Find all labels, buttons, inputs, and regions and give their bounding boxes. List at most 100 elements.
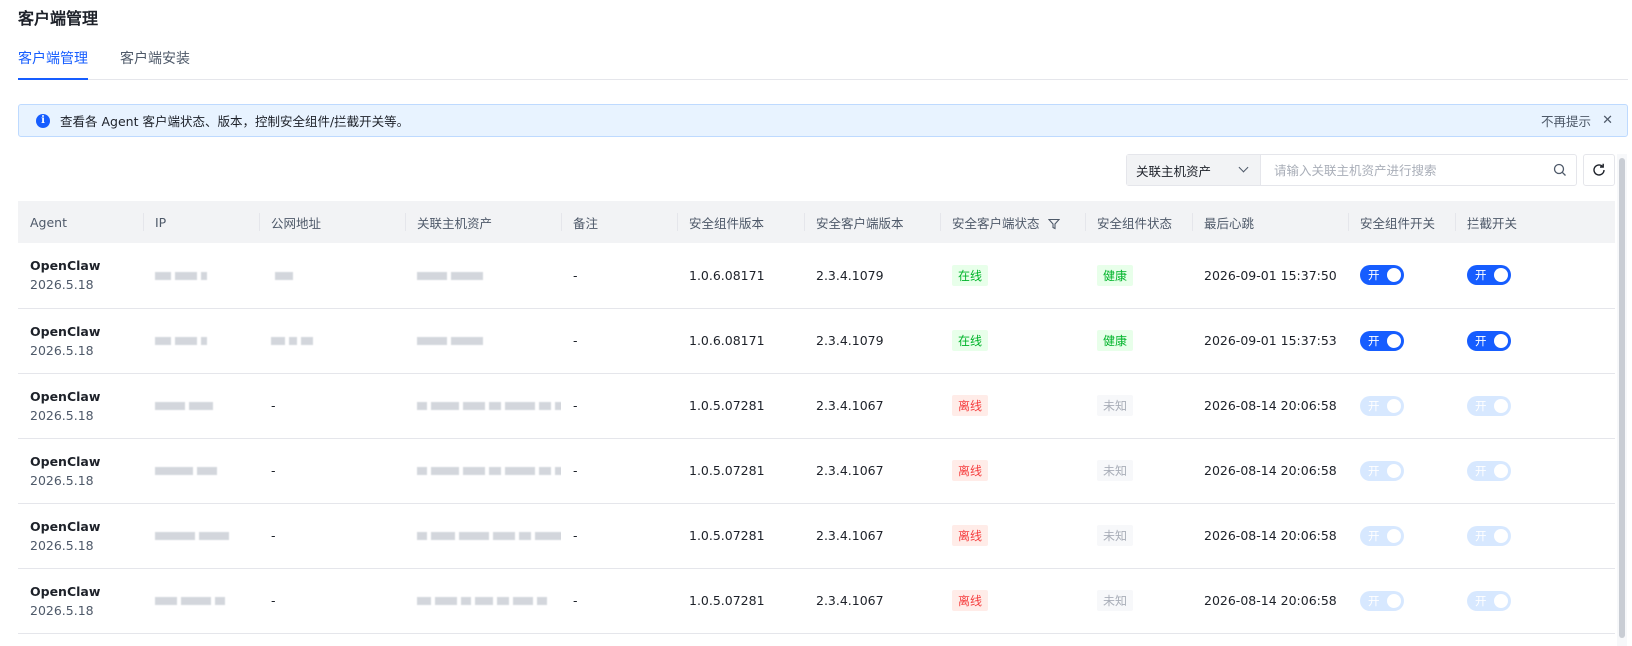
tab-client-install[interactable]: 客户端安装: [120, 48, 190, 80]
last-heartbeat: 2026-08-14 20:06:58: [1204, 398, 1337, 413]
table-row: OpenClaw 2026.5.18 - - 1.0.5.07281 2.3.4.1067…: [18, 503, 1615, 568]
switch-knob: [1494, 268, 1508, 283]
agent-cell: OpenClaw 2026.5.18: [18, 373, 143, 438]
client-status-cell: 离线: [940, 568, 1085, 633]
component-status-cell: 未知: [1085, 568, 1192, 633]
component-status-cell: 未知: [1085, 373, 1192, 438]
last-heartbeat: 2026-08-14 20:06:58: [1204, 593, 1337, 608]
public-ip-cell: [259, 243, 405, 308]
ip-cell: [143, 438, 259, 503]
public-ip-cell: -: [259, 373, 405, 438]
intercept-switch[interactable]: 开: [1467, 330, 1511, 351]
component-switch[interactable]: 开: [1360, 460, 1404, 481]
client-status-cell: 离线: [940, 438, 1085, 503]
component-version: 1.0.5.07281: [689, 398, 765, 413]
intercept-switch[interactable]: 开: [1467, 395, 1511, 416]
intercept-switch[interactable]: 开: [1467, 265, 1511, 286]
remark-cell: -: [573, 267, 578, 283]
ip-cell: [143, 373, 259, 438]
client-version: 2.3.4.1067: [816, 398, 884, 413]
switch-label: 开: [1475, 398, 1487, 413]
component-switch[interactable]: 开: [1360, 330, 1404, 351]
switch-label: 开: [1475, 463, 1487, 478]
chevron-down-icon: [1238, 162, 1249, 173]
client-status-cell: 离线: [940, 373, 1085, 438]
status-badge: 未知: [1097, 460, 1134, 481]
component-switch-cell: 开: [1348, 568, 1455, 633]
search-field-select[interactable]: 关联主机资产: [1127, 155, 1261, 185]
switch-knob: [1387, 463, 1401, 478]
component-version: 1.0.6.08171: [689, 333, 765, 348]
col-client-status: 安全客户端状态: [940, 201, 1085, 243]
agent-name: OpenClaw: [30, 258, 101, 274]
component-switch[interactable]: 开: [1360, 395, 1404, 416]
status-badge: 未知: [1097, 590, 1134, 611]
intercept-switch-cell: 开: [1455, 568, 1615, 633]
dismiss-alert-link[interactable]: 不再提示: [1541, 111, 1591, 130]
component-version: 1.0.5.07281: [689, 528, 765, 543]
col-ip: IP: [143, 201, 259, 243]
agent-name: OpenClaw: [30, 583, 101, 599]
component-version: 1.0.6.08171: [689, 267, 765, 283]
col-remark: 备注: [561, 201, 677, 243]
status-badge: 在线: [952, 330, 989, 351]
intercept-switch[interactable]: 开: [1467, 460, 1511, 481]
last-heartbeat: 2026-08-14 20:06:58: [1204, 528, 1337, 543]
status-badge: 在线: [952, 264, 989, 286]
redacted-value: [155, 467, 217, 475]
col-public-ip: 公网地址: [259, 201, 405, 243]
refresh-button[interactable]: [1583, 154, 1615, 186]
component-switch-cell: 开: [1348, 503, 1455, 568]
public-ip-cell: [259, 308, 405, 373]
redacted-value: [271, 337, 313, 345]
switch-knob: [1387, 268, 1401, 283]
switch-knob: [1387, 398, 1401, 413]
refresh-icon: [1593, 163, 1605, 176]
remark-cell: -: [573, 463, 578, 478]
client-version: 2.3.4.1079: [816, 267, 884, 283]
component-status-cell: 健康: [1085, 308, 1192, 373]
agent-cell: OpenClaw 2026.5.18: [18, 243, 143, 308]
col-agent: Agent: [30, 214, 67, 230]
client-status-cell: 在线: [940, 308, 1085, 373]
switch-knob: [1494, 593, 1508, 608]
close-icon[interactable]: ✕: [1602, 113, 1613, 128]
col-intercept-switch: 拦截开关: [1455, 201, 1615, 243]
component-switch[interactable]: 开: [1360, 590, 1404, 611]
intercept-switch[interactable]: 开: [1467, 590, 1511, 611]
component-status-cell: 未知: [1085, 438, 1192, 503]
search-bar: 关联主机资产: [1126, 154, 1577, 186]
table-row: OpenClaw 2026.5.18 - - 1.0.5.07281 2.3.4.1067…: [18, 438, 1615, 503]
scrollbar[interactable]: [1617, 154, 1627, 646]
ip-cell: [143, 503, 259, 568]
agent-cell: OpenClaw 2026.5.18: [18, 503, 143, 568]
component-version: 1.0.5.07281: [689, 593, 765, 608]
switch-label: 开: [1368, 528, 1380, 543]
status-badge: 健康: [1097, 330, 1134, 351]
tab-bar: 客户端管理 客户端安装: [18, 40, 1628, 80]
filter-icon[interactable]: [1047, 218, 1060, 230]
agent-name: OpenClaw: [30, 518, 101, 534]
component-switch[interactable]: 开: [1360, 265, 1404, 286]
switch-label: 开: [1475, 528, 1487, 543]
status-badge: 离线: [952, 460, 989, 481]
search-input[interactable]: [1261, 155, 1544, 185]
intercept-switch-cell: 开: [1455, 308, 1615, 373]
switch-label: 开: [1475, 333, 1487, 348]
status-badge: 离线: [952, 525, 989, 546]
host-asset-cell: [405, 438, 561, 503]
switch-knob: [1494, 528, 1508, 543]
component-switch[interactable]: 开: [1360, 525, 1404, 546]
search-icon[interactable]: [1544, 155, 1576, 185]
col-component-status: 安全组件状态: [1085, 201, 1192, 243]
intercept-switch[interactable]: 开: [1467, 525, 1511, 546]
switch-label: 开: [1368, 268, 1380, 283]
col-component-version: 安全组件版本: [677, 201, 804, 243]
host-asset-cell: [405, 243, 561, 308]
switch-knob: [1494, 463, 1508, 478]
component-switch-cell: 开: [1348, 373, 1455, 438]
tab-client-management[interactable]: 客户端管理: [18, 48, 88, 80]
scroll-thumb[interactable]: [1619, 158, 1625, 638]
ip-cell: [143, 308, 259, 373]
agent-version: 2026.5.18: [30, 407, 94, 423]
